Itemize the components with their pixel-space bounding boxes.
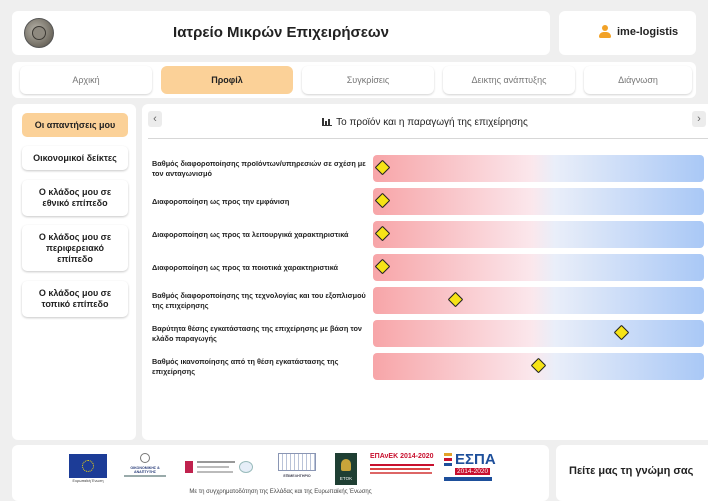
section-divider	[148, 138, 708, 139]
rating-marker	[375, 159, 391, 176]
rating-marker	[530, 357, 547, 374]
sidebar-item-financial-indicators[interactable]: Οικονομικοί δείκτες	[22, 146, 128, 170]
funding-text: Με τη συγχρηματοδότηση της Ελλάδας και τ…	[189, 489, 372, 495]
rating-bar	[373, 353, 704, 380]
rating-label: Διαφοροποίηση ως προς τα ποιοτικά χαρακτ…	[152, 262, 339, 272]
tab-profile[interactable]: Προφίλ	[161, 66, 293, 94]
user-name: ime-logistis	[617, 26, 679, 38]
section-title-text: Το προϊόν και η παραγωγή της επιχείρησης	[336, 117, 528, 128]
rating-bar	[373, 221, 704, 248]
eu-flag-logo: Ευρωπαϊκή Ένωση	[69, 454, 107, 484]
rating-bar	[373, 287, 704, 314]
user-icon	[599, 25, 611, 39]
bar-chart-icon	[322, 118, 333, 126]
rating-bar	[373, 320, 704, 347]
app-header: Ιατρείο Μικρών Επιχειρήσεων	[12, 11, 550, 55]
rating-label: Βαθμός διαφοροποίησης προϊόντων/υπηρεσιώ…	[152, 158, 366, 178]
sidebar-item-local-sector[interactable]: Ο κλάδος μου σε τοπικό επίπεδο	[22, 281, 128, 317]
sponsor-logos: Ευρωπαϊκή Ένωση ΟΙΚΟΝΟΜΙΚΗΣ & ΑΝΑΠΤΥΞΗΣ …	[12, 445, 549, 501]
app-title: Ιατρείο Μικρών Επιχειρήσεων	[173, 24, 389, 41]
rating-marker	[447, 291, 464, 308]
tab-diagnosis[interactable]: Διάγνωση	[584, 66, 692, 94]
feedback-button[interactable]: Πείτε μας τη γνώμη σας	[556, 445, 708, 501]
sidebar-item-national-sector[interactable]: Ο κλάδος μου σε εθνικό επίπεδο	[22, 180, 128, 216]
ministry-logo: ΟΙΚΟΝΟΜΙΚΗΣ & ΑΝΑΠΤΥΞΗΣ	[120, 453, 170, 487]
rating-marker	[375, 192, 391, 209]
development-ministry-logo	[185, 457, 257, 479]
rating-marker	[613, 324, 630, 341]
chamber-logo: ΕΠΙΜΕΛΗΤΗΡΙΟ	[274, 453, 320, 485]
rating-label: Διαφοροποίηση ως προς την εμφάνιση	[152, 196, 290, 206]
rating-label: Βαθμός διαφοροποίησης της τεχνολογίας κα…	[152, 290, 366, 310]
user-menu[interactable]: ime-logistis	[559, 11, 696, 55]
rating-bar	[373, 254, 704, 281]
feedback-label: Πείτε μας τη γνώμη σας	[569, 465, 694, 477]
rating-label: Βαθμός ικανοποίησης από τη θέση εγκατάστ…	[152, 356, 339, 376]
rating-label: Βαρύτητα θέσης εγκατάστασης της επιχείρη…	[152, 323, 362, 343]
sidebar: Οι απαντήσεις μου Οικονομικοί δείκτες Ο …	[12, 104, 136, 440]
seal-logo: ΕΤΟΚ	[335, 453, 357, 485]
sidebar-item-my-answers[interactable]: Οι απαντήσεις μου	[22, 113, 128, 137]
tab-growth-index[interactable]: Δεικτης ανάπτυξης	[443, 66, 575, 94]
section-title: Το προϊόν και η παραγωγή της επιχείρησης	[142, 117, 708, 128]
sidebar-item-regional-sector[interactable]: Ο κλάδος μου σε περιφερειακό επίπεδο	[22, 225, 128, 271]
tab-home[interactable]: Αρχική	[20, 66, 152, 94]
rating-bar	[373, 155, 704, 182]
rating-marker	[375, 258, 391, 275]
main-tabs: Αρχική Προφίλ Συγκρίσεις Δεικτης ανάπτυξ…	[12, 62, 696, 98]
rating-marker	[375, 225, 391, 242]
profile-content: ‹ › Το προϊόν και η παραγωγή της επιχείρ…	[142, 104, 708, 440]
rating-label: Διαφοροποίηση ως προς τα λειτουργικά χαρ…	[152, 229, 349, 239]
espa-logo: ΕΣΠΑ 2014-2020	[444, 451, 496, 487]
tab-comparisons[interactable]: Συγκρίσεις	[302, 66, 434, 94]
rating-bar	[373, 188, 704, 215]
epanek-logo: ΕΠΑνΕΚ 2014-2020	[370, 453, 436, 485]
